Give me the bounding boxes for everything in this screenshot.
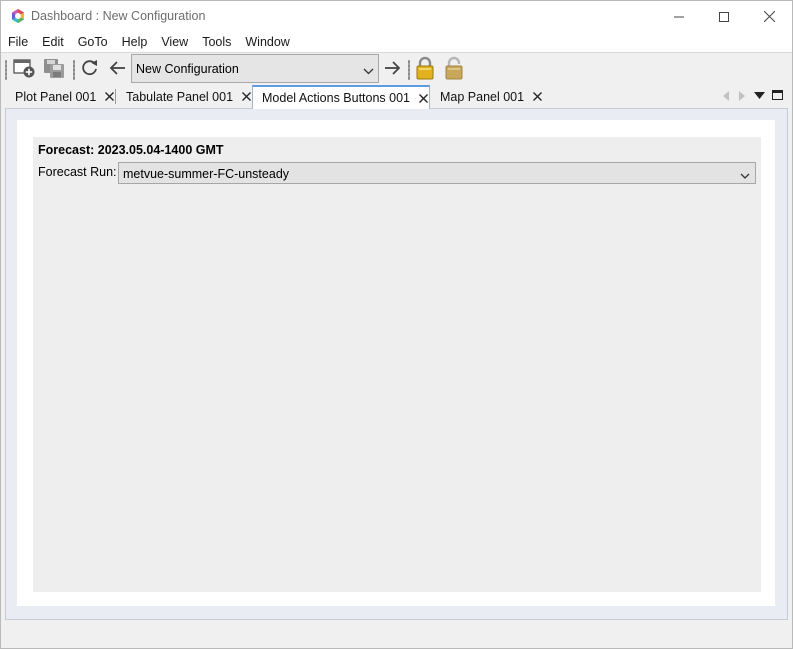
menu-bar: File Edit GoTo Help View Tools Window [1, 32, 792, 52]
lock-button[interactable] [412, 56, 438, 82]
tab-content-area: Forecast: 2023.05.04-1400 GMT Forecast R… [5, 108, 788, 620]
tab-tabulate-panel[interactable]: Tabulate Panel 001 [126, 86, 251, 107]
minimize-icon [674, 12, 684, 22]
menu-view[interactable]: View [154, 35, 195, 49]
menu-goto[interactable]: GoTo [71, 35, 115, 49]
unlock-button[interactable] [441, 56, 467, 82]
lock-icon [415, 56, 435, 83]
new-window-button[interactable] [11, 56, 37, 82]
menu-window[interactable]: Window [238, 35, 296, 49]
title-bar[interactable]: Dashboard : New Configuration [1, 1, 792, 32]
tab-list-dropdown-icon[interactable] [754, 92, 765, 99]
menu-tools[interactable]: Tools [195, 35, 238, 49]
forecast-run-value: metvue-summer-FC-unsteady [123, 167, 290, 181]
close-icon[interactable] [105, 92, 115, 101]
unlock-icon [444, 56, 464, 83]
back-arrow-icon [109, 60, 127, 79]
menu-help[interactable]: Help [115, 35, 155, 49]
refresh-button[interactable] [77, 56, 103, 82]
chevron-down-icon [740, 169, 750, 183]
maximize-button[interactable] [701, 1, 747, 32]
configuration-value: New Configuration [136, 62, 239, 76]
status-bar [1, 626, 792, 648]
app-window: Dashboard : New Configuration File Edit … [0, 0, 793, 649]
close-icon [763, 11, 775, 22]
close-icon[interactable] [533, 92, 543, 101]
forecast-header: Forecast: 2023.05.04-1400 GMT [38, 143, 224, 157]
refresh-icon [80, 58, 100, 81]
maximize-icon [719, 11, 729, 22]
forward-button[interactable] [379, 56, 405, 82]
close-button[interactable] [746, 1, 792, 32]
menu-edit[interactable]: Edit [35, 35, 71, 49]
save-button[interactable] [41, 56, 67, 82]
scroll-tabs-right-icon[interactable] [738, 90, 746, 102]
close-icon[interactable] [419, 93, 428, 103]
toolbar-grip[interactable] [408, 60, 410, 80]
toolbar-grip[interactable] [5, 60, 7, 80]
tab-strip: Plot Panel 001 Tabulate Panel 001 Model … [1, 85, 792, 109]
tab-label: Model Actions Buttons 001 [262, 91, 411, 105]
minimize-button[interactable] [656, 1, 702, 32]
new-window-icon [12, 57, 36, 82]
hexagon-app-icon [10, 8, 26, 24]
scroll-tabs-left-icon[interactable] [722, 90, 730, 102]
tab-separator [115, 89, 116, 104]
chevron-down-icon [363, 64, 374, 78]
forward-arrow-icon [383, 60, 401, 79]
forecast-panel: Forecast: 2023.05.04-1400 GMT Forecast R… [33, 137, 761, 592]
maximize-panel-icon[interactable] [772, 90, 783, 100]
window-title: Dashboard : New Configuration [31, 9, 206, 23]
tab-map-panel[interactable]: Map Panel 001 [440, 86, 543, 107]
tab-label: Plot Panel 001 [15, 89, 97, 104]
model-actions-panel: Forecast: 2023.05.04-1400 GMT Forecast R… [17, 120, 775, 606]
close-icon[interactable] [242, 92, 251, 101]
forecast-run-label: Forecast Run: [38, 165, 117, 179]
menu-file[interactable]: File [1, 35, 35, 49]
toolbar-grip[interactable] [73, 60, 75, 80]
save-icon [42, 57, 66, 82]
tab-plot-panel[interactable]: Plot Panel 001 [15, 86, 115, 107]
tab-label: Map Panel 001 [440, 89, 525, 104]
configuration-select[interactable]: New Configuration [131, 54, 379, 83]
back-button[interactable] [105, 56, 131, 82]
forecast-run-select[interactable]: metvue-summer-FC-unsteady [118, 162, 756, 184]
tab-model-actions-buttons[interactable]: Model Actions Buttons 001 [252, 85, 430, 109]
tab-label: Tabulate Panel 001 [126, 89, 234, 104]
toolbar: New Configuration [1, 52, 792, 85]
